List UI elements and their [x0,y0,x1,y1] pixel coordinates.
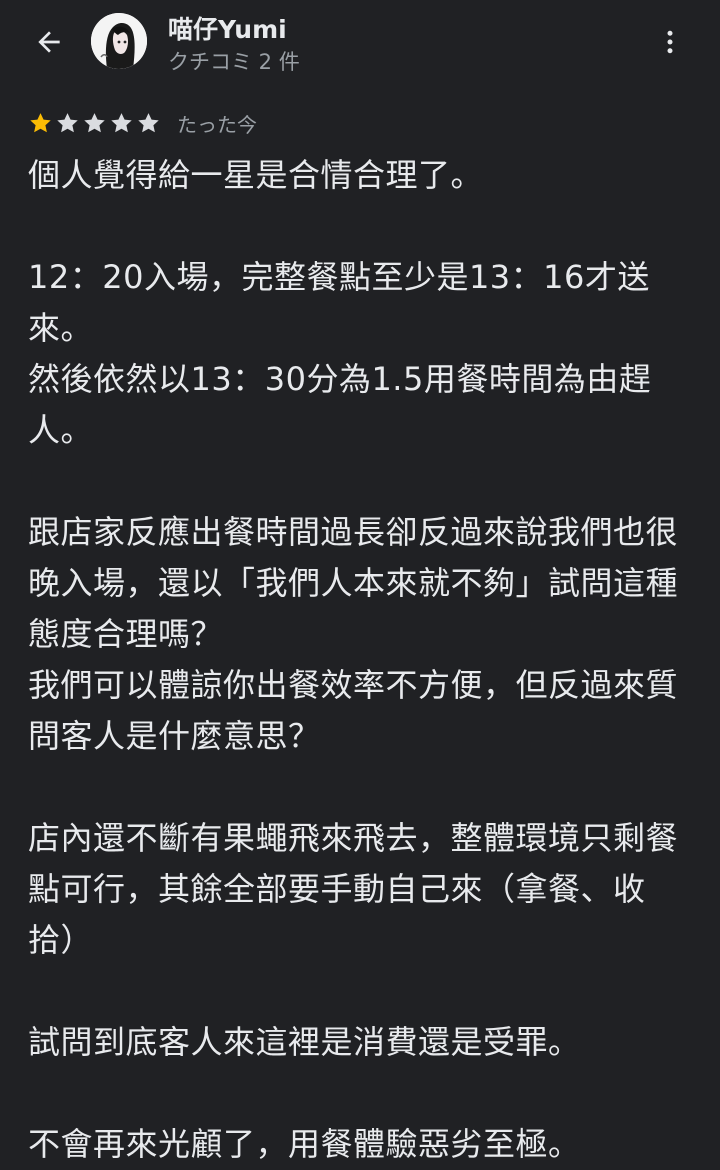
review-header: 喵仔Yumi クチコミ 2 件 [0,0,720,84]
star-empty-icon [57,112,78,132]
star-empty-icon [111,112,132,132]
arrow-back-icon [38,31,60,53]
star-filled-icon [30,112,51,132]
star-empty-icon [138,112,159,132]
avatar[interactable] [91,13,147,69]
star-empty-icon [84,112,105,132]
avatar-illustration [91,13,147,69]
review-count: クチコミ 2 件 [168,50,300,74]
review-text: 個人覺得給一星是合情合理了。 12：20入場，完整餐點至少是13：16才送來。 … [28,156,679,1163]
review-time: たった今 [177,112,257,137]
more-options-button[interactable] [648,20,692,64]
more-vert-icon [667,30,673,54]
star-rating [28,111,161,136]
user-name[interactable]: 喵仔Yumi [168,10,287,46]
back-button[interactable] [26,22,72,62]
rating-row: たった今 [28,108,257,138]
